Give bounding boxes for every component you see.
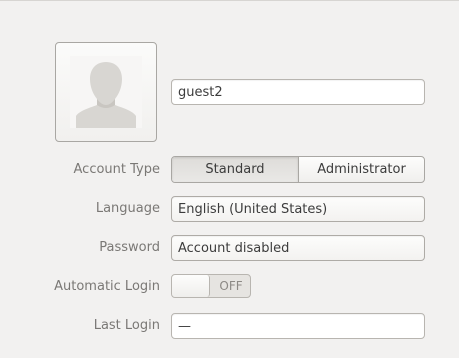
password-value: Account disabled — [178, 240, 290, 256]
last-login-label: Last Login — [93, 318, 160, 333]
username-field[interactable]: guest2 — [171, 79, 425, 105]
administrator-option-button[interactable]: Administrator — [299, 157, 424, 182]
username-value: guest2 — [178, 84, 223, 100]
language-label: Language — [95, 201, 160, 216]
automatic-login-label: Automatic Login — [54, 279, 160, 294]
password-label: Password — [99, 240, 160, 255]
user-silhouette-icon — [68, 54, 144, 130]
language-value: English (United States) — [178, 201, 328, 217]
password-button[interactable]: Account disabled — [171, 235, 425, 261]
account-type-label: Account Type — [73, 162, 160, 177]
account-type-selector[interactable]: Standard Administrator — [171, 156, 425, 183]
window-top-border — [0, 0, 459, 1]
automatic-login-switch[interactable]: OFF — [171, 274, 251, 298]
switch-state-text: OFF — [219, 279, 243, 293]
last-login-button[interactable]: — — [171, 313, 425, 339]
avatar-button[interactable] — [55, 42, 157, 142]
standard-option-button[interactable]: Standard — [172, 157, 299, 182]
last-login-value: — — [178, 318, 191, 334]
language-button[interactable]: English (United States) — [171, 196, 425, 222]
switch-knob[interactable] — [172, 275, 210, 297]
